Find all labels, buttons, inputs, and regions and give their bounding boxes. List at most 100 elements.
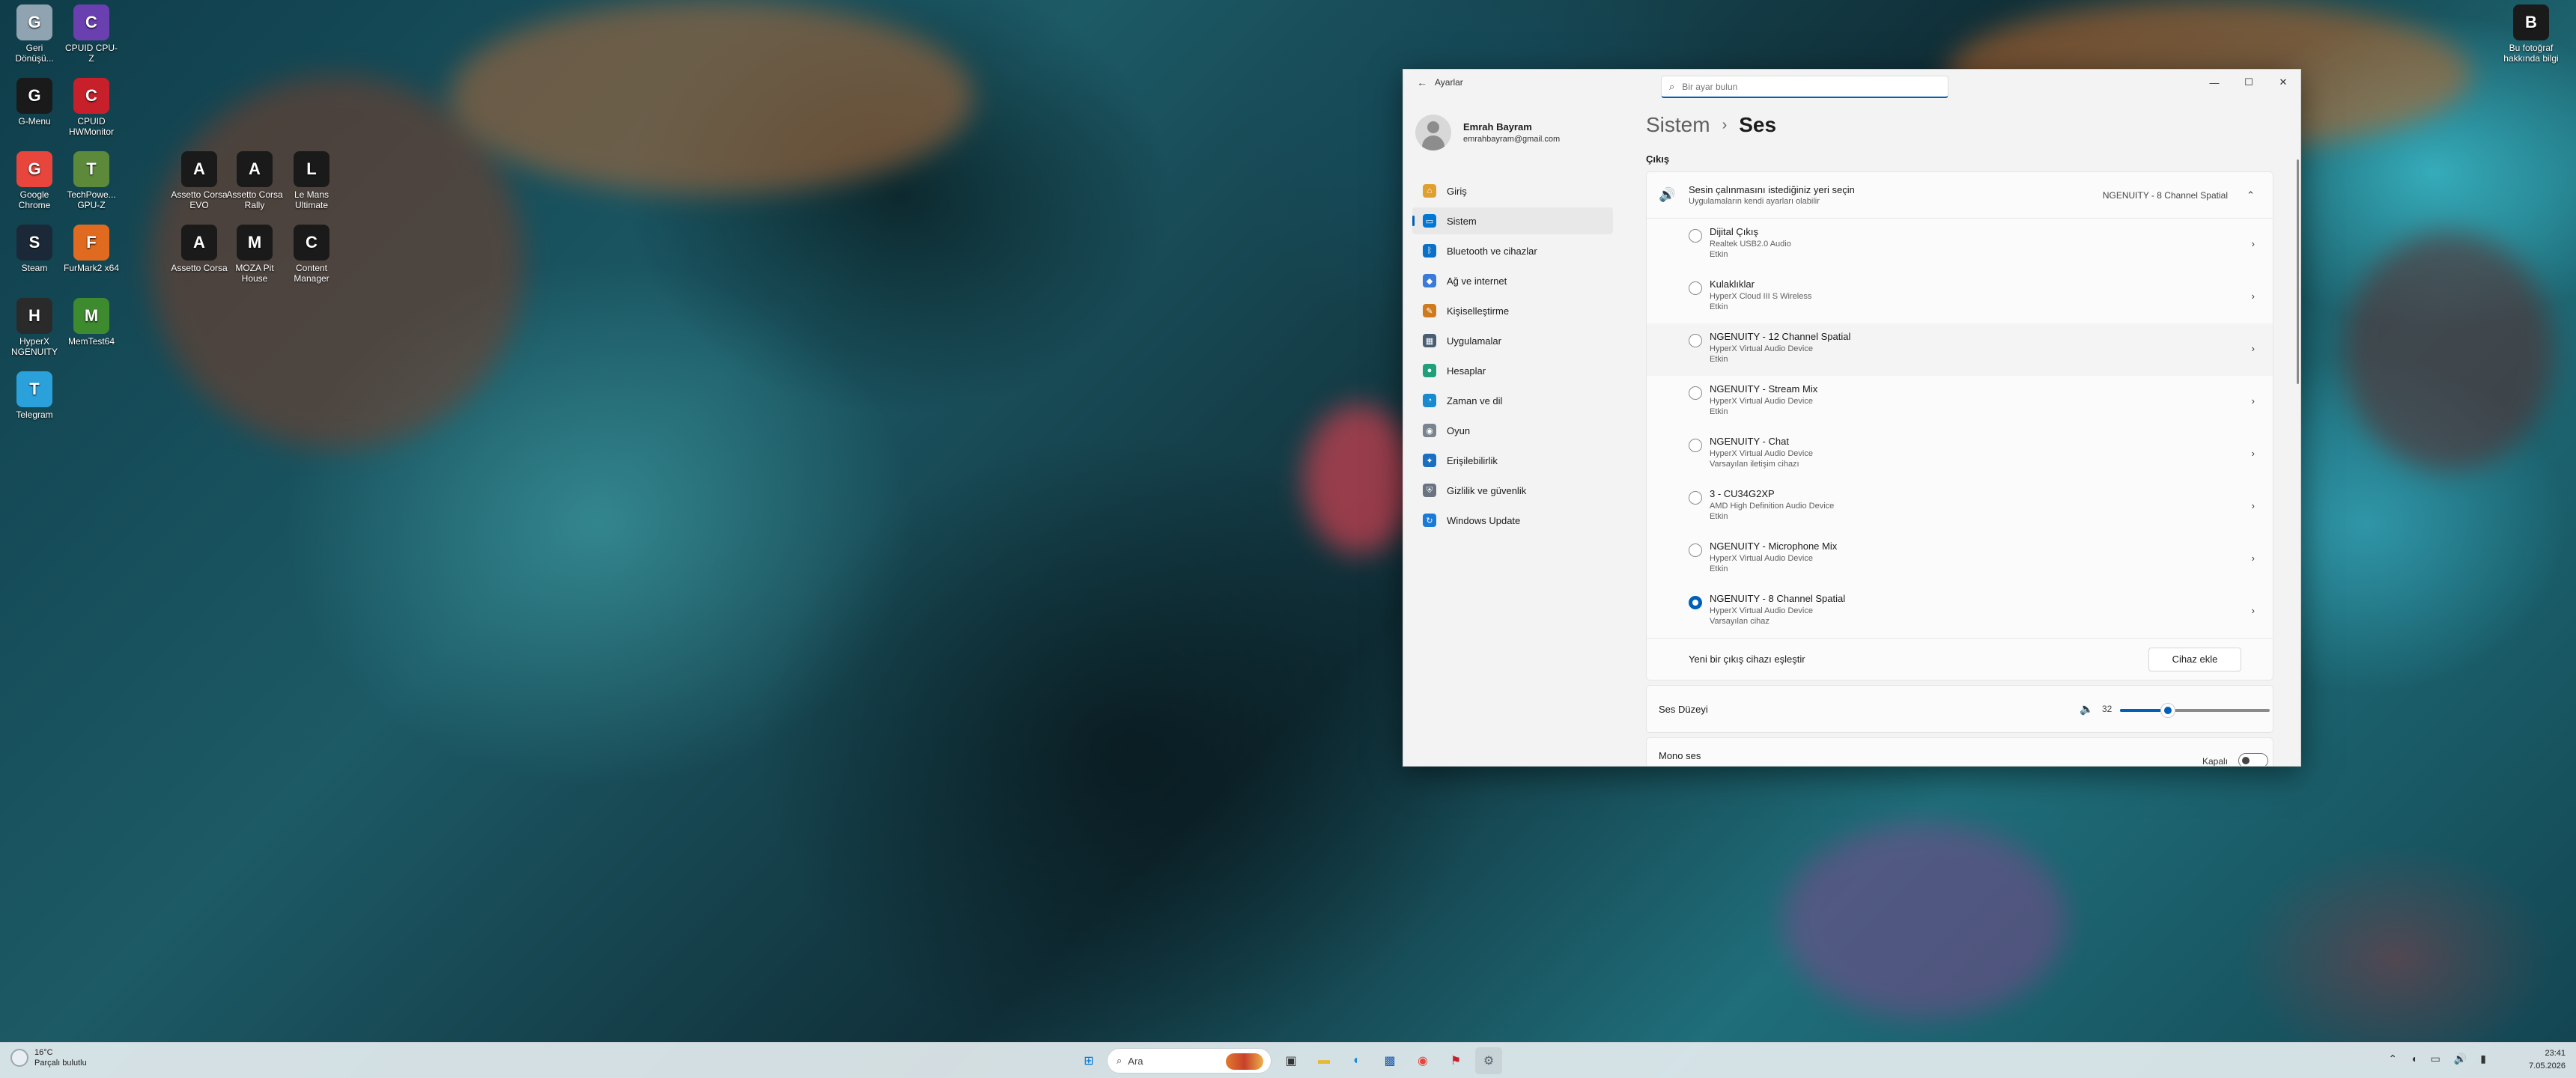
back-button[interactable]: ← — [1409, 76, 1435, 88]
tray-icon[interactable]: ▮ — [2480, 1053, 2486, 1065]
chevron-right-icon[interactable]: › — [2252, 500, 2255, 511]
edge-button[interactable]: ◐ — [1343, 1047, 1370, 1074]
device-radio[interactable] — [1689, 491, 1702, 505]
desktop-icon[interactable]: G G-Menu — [6, 78, 63, 127]
device-radio[interactable] — [1689, 229, 1702, 243]
search-box[interactable]: ⌕ — [1661, 76, 1948, 98]
mono-audio-label: Mono ses — [1659, 750, 1701, 761]
sidebar-item[interactable]: ● Hesaplar — [1412, 357, 1613, 384]
sidebar-item[interactable]: ⛨ Gizlilik ve güvenlik — [1412, 477, 1613, 504]
chevron-right-icon[interactable]: › — [2252, 343, 2255, 354]
device-radio[interactable] — [1689, 334, 1702, 347]
sidebar-item[interactable]: ⌂ Giriş — [1412, 177, 1613, 204]
chevron-right-icon[interactable]: › — [2252, 552, 2255, 564]
device-radio[interactable] — [1689, 386, 1702, 400]
sidebar-item[interactable]: ◉ Oyun — [1412, 417, 1613, 444]
recycle-bin-icon: G — [16, 4, 52, 40]
output-device-row[interactable]: NGENUITY - Chat HyperX Virtual Audio Devi… — [1647, 428, 2273, 481]
device-name: NGENUITY - 12 Channel Spatial — [1710, 331, 1851, 342]
taskview-button[interactable]: ▣ — [1278, 1047, 1304, 1074]
clock[interactable]: 23:41 7.05.2026 — [2529, 1047, 2566, 1072]
bluetooth-icon: ᛒ — [1423, 244, 1436, 258]
tray-icon[interactable]: ◖ — [2411, 1053, 2416, 1065]
volume-thumb[interactable] — [2160, 703, 2175, 718]
chevron-right-icon[interactable]: › — [2252, 448, 2255, 459]
tray-icon[interactable]: ▭ — [2431, 1053, 2440, 1065]
sidebar-item[interactable]: ▦ Uygulamalar — [1412, 327, 1613, 354]
output-device-row[interactable]: 3 - CU34G2XP AMD High Definition Audio De… — [1647, 481, 2273, 533]
sidebar-item[interactable]: ↻ Windows Update — [1412, 507, 1613, 534]
search-input[interactable] — [1682, 81, 1922, 92]
desktop-icon[interactable]: L Le Mans Ultimate — [283, 151, 340, 211]
desktop-icon[interactable]: A Assetto Corsa EVO — [171, 151, 228, 211]
desktop-icon-label: CPUID HWMonitor — [68, 116, 114, 137]
minimize-button[interactable]: — — [2197, 70, 2232, 95]
store-button[interactable]: ▩ — [1376, 1047, 1403, 1074]
mono-audio-toggle[interactable] — [2238, 753, 2268, 766]
chevron-right-icon[interactable]: › — [2252, 395, 2255, 406]
sidebar-item[interactable]: ◔ Zaman ve dil — [1412, 387, 1613, 414]
wallpaper-coral — [449, 0, 973, 195]
assetto-corsa-icon: A — [181, 225, 217, 261]
ac-button[interactable]: ⚑ — [1442, 1047, 1469, 1074]
desktop-icon[interactable]: G Google Chrome — [6, 151, 63, 211]
taskbar-search[interactable]: ⌕ Ara — [1107, 1048, 1272, 1074]
breadcrumb-parent[interactable]: Sistem — [1646, 113, 1710, 137]
desktop-icon[interactable]: A Assetto Corsa Rally — [226, 151, 283, 211]
close-button[interactable]: ✕ — [2266, 70, 2300, 95]
desktop-icon[interactable]: H HyperX NGENUITY — [6, 298, 63, 358]
settings-button[interactable]: ⚙ — [1475, 1047, 1502, 1074]
device-radio[interactable] — [1689, 596, 1702, 609]
desktop-icon-label: Assetto Corsa Rally — [226, 189, 283, 210]
chevron-right-icon[interactable]: › — [2252, 238, 2255, 249]
device-radio[interactable] — [1689, 543, 1702, 557]
volume-slider[interactable] — [2120, 703, 2270, 718]
output-panel-header[interactable]: 🔊 Sesin çalınmasını istediğiniz yeri seç… — [1647, 172, 2273, 219]
desktop-icon[interactable]: A Assetto Corsa — [171, 225, 228, 274]
output-device-row[interactable]: NGENUITY - 8 Channel Spatial HyperX Virtu… — [1647, 585, 2273, 638]
desktop-icon[interactable]: M MemTest64 — [63, 298, 120, 347]
sidebar-item[interactable]: ▭ Sistem — [1412, 207, 1613, 234]
start-button[interactable]: ⊞ — [1075, 1047, 1102, 1074]
device-name: Kulaklıklar — [1710, 278, 1755, 290]
output-device-row[interactable]: NGENUITY - 12 Channel Spatial HyperX Virt… — [1647, 323, 2273, 376]
output-device-row[interactable]: NGENUITY - Stream Mix HyperX Virtual Audi… — [1647, 376, 2273, 428]
desktop-icon[interactable]: B Bu fotoğraf hakkında bilgi — [2503, 4, 2560, 64]
maximize-button[interactable]: ☐ — [2232, 70, 2266, 95]
sidebar-item[interactable]: ◆ Ağ ve internet — [1412, 267, 1613, 294]
user-profile[interactable]: Emrah Bayram emrahbayram@gmail.com — [1415, 115, 1560, 150]
weather-widget[interactable]: 16°C Parçalı bulutlu — [10, 1047, 87, 1069]
desktop-icon[interactable]: S Steam — [6, 225, 63, 274]
chrome-button[interactable]: ◉ — [1409, 1047, 1436, 1074]
tray-icon[interactable]: ⌃ — [2388, 1053, 2397, 1065]
scrollbar[interactable] — [2297, 159, 2299, 384]
device-status: Etkin — [1710, 355, 1728, 365]
device-radio[interactable] — [1689, 439, 1702, 452]
desktop-icon[interactable]: T Telegram — [6, 371, 63, 421]
sidebar-item[interactable]: ✦ Erişilebilirlik — [1412, 447, 1613, 474]
desktop-icon[interactable]: T TechPowe... GPU-Z — [63, 151, 120, 211]
desktop-icon[interactable]: C CPUID CPU-Z — [63, 4, 120, 64]
sidebar-item[interactable]: ✎ Kişiselleştirme — [1412, 297, 1613, 324]
desktop-icon[interactable]: F FurMark2 x64 — [63, 225, 120, 274]
desktop-icon[interactable]: C CPUID HWMonitor — [63, 78, 120, 138]
add-device-button[interactable]: Cihaz ekle — [2148, 647, 2241, 672]
sidebar-item-label: Gizlilik ve güvenlik — [1447, 484, 1527, 496]
output-device-row[interactable]: Dijital Çıkış Realtek USB2.0 Audio Etkin › — [1647, 219, 2273, 271]
desktop-icon[interactable]: M MOZA Pit House — [226, 225, 283, 284]
chevron-right-icon[interactable]: › — [2252, 290, 2255, 302]
desktop-icon[interactable]: G Geri Dönüşü... — [6, 4, 63, 64]
chevron-up-icon[interactable]: ⌃ — [2247, 189, 2255, 201]
tray-icon[interactable]: 🔊 — [2454, 1053, 2467, 1065]
output-device-row[interactable]: NGENUITY - Microphone Mix HyperX Virtual … — [1647, 533, 2273, 585]
weather-desc: Parçalı bulutlu — [34, 1059, 87, 1068]
volume-icon[interactable]: 🔈 — [2080, 702, 2094, 716]
desktop-icon-label: Assetto Corsa — [171, 263, 228, 273]
output-device-row[interactable]: Kulaklıklar HyperX Cloud III S Wireless Et… — [1647, 271, 2273, 323]
chevron-right-icon[interactable]: › — [2252, 605, 2255, 616]
device-radio[interactable] — [1689, 281, 1702, 295]
desktop-icon[interactable]: C Content Manager — [283, 225, 340, 284]
avatar — [1415, 115, 1451, 150]
sidebar-item[interactable]: ᛒ Bluetooth ve cihazlar — [1412, 237, 1613, 264]
file-explorer-button[interactable]: ▬ — [1310, 1047, 1337, 1074]
